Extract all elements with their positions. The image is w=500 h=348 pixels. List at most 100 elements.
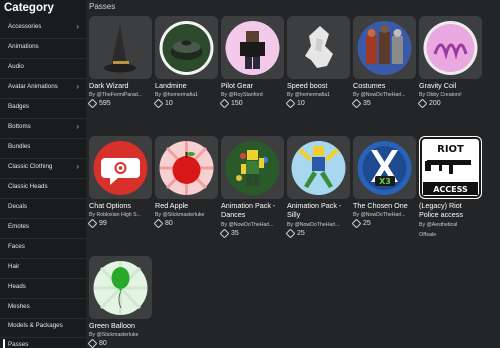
category-label: Avatar Animations [8,83,58,90]
category-item-avatar-animations[interactable]: Avatar Animations › [0,77,86,99]
category-label: Bottoms [8,123,31,130]
item-price: 595 [87,98,111,109]
category-item-emotes[interactable]: Emotes [0,217,86,239]
item-creator: By Obby Creators! [419,92,462,98]
category-item-classic-clothing[interactable]: Classic Clothing › [0,157,86,179]
category-item-hair[interactable]: Hair [0,257,86,279]
item-price: 80 [87,338,107,348]
item-price: 25 [351,218,371,229]
apple-icon [155,136,218,199]
item-name: Pilot Gear [221,81,253,90]
item-creator: By @homermafia1 [155,92,199,98]
item-price: 35 [351,98,371,109]
item-name: Animation Pack - Dances [221,201,276,219]
page-title: Passes [89,2,116,11]
category-label: Audio [8,63,24,70]
silly-avatar-icon [287,136,350,199]
item-creator: By @NowDoTheHarl... [353,92,406,98]
robux-icon [153,218,164,229]
gravity-coil-icon [419,16,482,79]
robux-icon [153,98,164,109]
category-title: Category [4,2,54,14]
item-creator: By @TheFermiParad... [89,92,143,98]
category-label: Faces [8,243,25,250]
item-name: Red Apple [155,201,189,210]
item-creator: By @NowDoTheHarl... [287,222,340,228]
green-balloon-icon [89,256,152,319]
item-price: 10 [153,98,173,109]
category-item-audio[interactable]: Audio [0,57,86,79]
chevron-right-icon: › [76,162,79,171]
category-item-decals[interactable]: Decals [0,197,86,219]
access-text: ACCESS [433,185,468,194]
item-price: 150 [219,98,243,109]
category-item-bundles[interactable]: Bundles [0,137,86,159]
category-item-heads[interactable]: Heads [0,277,86,299]
item-creator: By @homermafia1 [287,92,331,98]
category-item-badges[interactable]: Badges [0,97,86,119]
item-creator: By @Aesthetical [419,222,458,228]
item-price: 80 [153,218,173,229]
chat-bubble-icon [89,136,152,199]
category-item-faces[interactable]: Faces [0,237,86,259]
item-price: 200 [417,98,441,109]
item-name: Green Balloon [89,321,135,330]
category-label: Passes [8,341,29,348]
category-label: Animations [8,43,39,50]
robux-icon [351,218,362,229]
category-label: Meshes [8,303,30,310]
category-label: Emotes [8,223,29,230]
category-label: Models & Packages [8,322,63,329]
category-label: Classic Heads [8,183,48,190]
item-price: 25 [285,228,305,239]
item-price: 99 [87,218,107,229]
speed-avatar-icon [287,16,350,79]
category-sidebar: Category Accessories › Animations Audio … [0,0,86,348]
category-label: Accessories [8,23,42,30]
pilot-avatar-icon [221,16,284,79]
robux-icon [87,98,98,109]
item-name: (Legacy) Riot Police access [419,201,463,219]
robux-icon [87,218,98,229]
robux-icon [417,98,428,109]
costumes-icon [353,16,416,79]
category-label: Decals [8,203,27,210]
category-label: Hair [8,263,20,270]
x3-badge-icon: X3 [353,136,416,199]
item-name: The Chosen One [353,201,408,210]
item-name: Speed boost [287,81,328,90]
category-label: Heads [8,283,26,290]
item-name: Chat Options [89,201,131,210]
item-name: Costumes [353,81,386,90]
robux-icon [219,228,230,239]
category-item-passes[interactable]: Passes [0,335,86,348]
robux-icon [87,338,98,348]
item-creator: By @Stickmasterluke [89,332,139,338]
item-price: 10 [285,98,305,109]
item-creator: By Robloxian High S... [89,212,141,218]
dance-avatar-icon [221,136,284,199]
item-creator: By @RoyStanford [221,92,263,98]
wizard-hat-icon [89,16,152,79]
category-label: Bundles [8,143,31,150]
chevron-right-icon: › [76,22,79,31]
category-item-accessories[interactable]: Accessories › [0,17,86,39]
item-name: Dark Wizard [89,81,129,90]
chevron-right-icon: › [76,122,79,131]
category-item-bottoms[interactable]: Bottoms › [0,117,86,139]
item-price: 35 [219,228,239,239]
item-creator: By @Stickmasterluke [155,212,205,218]
category-label: Classic Clothing [8,163,53,170]
category-item-animations[interactable]: Animations [0,37,86,59]
item-name: Animation Pack - Silly [287,201,342,219]
chevron-right-icon: › [76,82,79,91]
item-name: Landmine [155,81,187,90]
category-label: Badges [8,103,29,110]
category-item-classic-heads[interactable]: Classic Heads [0,177,86,199]
robux-icon [285,228,296,239]
item-creator: By @NowDoTheHarl... [353,212,406,218]
riot-text: RIOT [437,144,464,155]
offsale-label: Offsale [419,232,437,238]
robux-icon [219,98,230,109]
item-creator: By @NowDoTheHarl... [221,222,274,228]
